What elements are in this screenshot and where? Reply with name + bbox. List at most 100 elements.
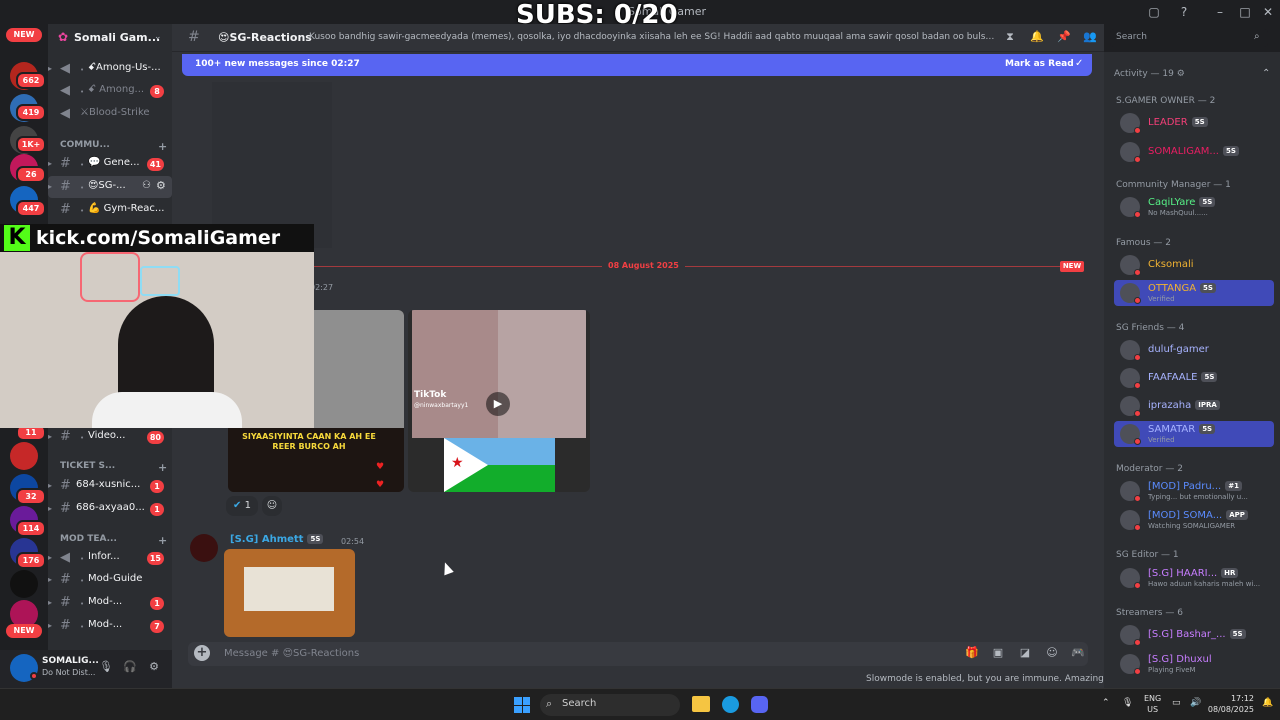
search-icon: ⌕ (546, 697, 553, 710)
category-ticket[interactable]: TICKET S... + (60, 461, 167, 474)
member-item[interactable]: OTTANGA 5S Verified (1114, 280, 1274, 306)
channel-label: Mod-Guide (88, 573, 143, 584)
pin-icon[interactable]: 📌 (1056, 30, 1072, 46)
member-item[interactable]: FAAFAALE 5S (1114, 365, 1274, 391)
gear-icon[interactable]: ⚙ (156, 179, 166, 192)
member-name: Cksomali (1148, 259, 1194, 270)
unread-badge: 1 (150, 597, 164, 610)
emoji-icon[interactable]: ☺ (1044, 646, 1060, 662)
server-icon[interactable] (10, 570, 38, 598)
search-icon: ⌕ (1254, 31, 1260, 42)
server-header[interactable]: ✿ Somali Gam... ⌄ (48, 24, 172, 52)
clock[interactable]: 17:12 08/08/2025 (1206, 693, 1254, 715)
invite-icon[interactable]: ⚇ (142, 180, 151, 191)
microphone-icon[interactable]: 🎙 (98, 660, 114, 676)
member-item[interactable]: iprazaha IPRA (1114, 393, 1274, 419)
network-icon[interactable]: ▭ (1172, 698, 1181, 708)
channel-item[interactable]: ▸ # • 💬 Gene... 41 (48, 153, 172, 175)
member-item[interactable]: [MOD] Padru... #1 Typing... but emotionall… (1114, 478, 1274, 504)
member-item[interactable]: [S.G] Dhuxul Playing FiveM (1114, 651, 1274, 677)
image-attachment[interactable] (224, 549, 355, 637)
search-input[interactable]: Search (1116, 32, 1147, 42)
add-channel-icon[interactable]: + (158, 534, 167, 547)
video-attachment[interactable]: TikTok @ninwaxbartayy1 ▶ ★ (408, 310, 590, 492)
file-explorer-icon[interactable] (692, 696, 710, 712)
category-community[interactable]: COMMU... + (60, 140, 167, 153)
channel-item[interactable]: ▸ # • Mod-... 7 (48, 615, 172, 637)
add-channel-icon[interactable]: + (158, 140, 167, 153)
member-item[interactable]: [MOD] SOMA... APP Watching SOMALIGAMER (1114, 507, 1274, 533)
member-item[interactable]: [S.G] Bashar_... 5S (1114, 622, 1274, 648)
notification-icon[interactable]: 🔔 (1262, 698, 1273, 708)
maximize-icon[interactable]: □ (1237, 4, 1253, 20)
channel-item[interactable]: # • 💪 Gym-Reac... (48, 199, 172, 221)
volume-icon[interactable]: 🔊 (1190, 698, 1201, 708)
channel-label: ꗃAmong-Us-... (88, 62, 161, 73)
help-icon[interactable]: ? (1176, 4, 1192, 20)
add-reaction-button[interactable]: ☺ (262, 496, 282, 516)
search-box[interactable]: Search ⌕ (1110, 29, 1268, 47)
channel-item[interactable]: ◀ ⚔Blood-Strike (48, 103, 172, 125)
avatar[interactable] (190, 534, 218, 562)
chevron-up-icon[interactable]: ⌃ (1262, 68, 1270, 79)
minimize-icon[interactable]: – (1212, 4, 1228, 20)
member-item[interactable]: SAMATAR 5S Verified (1114, 421, 1274, 447)
discord-taskbar-icon[interactable] (751, 696, 768, 713)
channel-item-active[interactable]: ▸ # • 😍SG-... ⚇ ⚙ (48, 176, 172, 198)
threads-icon[interactable]: ⧗ (1002, 30, 1018, 46)
gif-icon[interactable]: ▣ (990, 646, 1006, 662)
channel-item[interactable]: ▸ ◀ • ꗃAmong-Us-... (48, 58, 172, 80)
channel-item[interactable]: ▸ # 684-xusnic... 1 (48, 475, 172, 497)
tray-expand-icon[interactable]: ⌃ (1102, 698, 1110, 708)
add-channel-icon[interactable]: + (158, 461, 167, 474)
status-dot-icon (1134, 297, 1141, 304)
member-item[interactable]: duluf-gamer (1114, 337, 1274, 363)
close-icon[interactable]: ✕ (1260, 4, 1276, 20)
member-name-line: [MOD] SOMA... APP (1148, 510, 1248, 521)
edge-icon[interactable] (722, 696, 739, 713)
start-icon[interactable] (514, 697, 530, 713)
members-icon[interactable]: 👥 (1082, 30, 1098, 46)
activities-icon[interactable]: 🎮 (1070, 646, 1086, 662)
clock-date: 08/08/2025 (1207, 705, 1254, 714)
dot-icon: • (80, 434, 85, 442)
microphone-tray-icon[interactable]: 🎙 (1122, 698, 1133, 708)
channel-item[interactable]: ▸ # • Video... 80 (48, 426, 172, 448)
member-name: duluf-gamer (1148, 344, 1209, 355)
message-input[interactable]: Message # 😍SG-Reactions (224, 648, 359, 659)
server-icon[interactable] (10, 442, 38, 470)
headphones-icon[interactable]: 🎧 (122, 660, 138, 676)
inbox-icon[interactable]: ▢ (1146, 4, 1162, 20)
new-pill-top[interactable]: NEW (6, 28, 42, 42)
add-attachment-icon[interactable]: + (194, 645, 210, 661)
reaction-button[interactable]: ✔ 1 (226, 496, 258, 516)
member-item[interactable]: LEADER 5S (1114, 110, 1274, 136)
message-composer[interactable]: + Message # 😍SG-Reactions 🎁 ▣ ◪ ☺ 🎮 (188, 642, 1088, 666)
member-item[interactable]: Cksomali (1114, 252, 1274, 278)
sticker-icon[interactable]: ◪ (1017, 646, 1033, 662)
new-pill-bottom[interactable]: NEW (6, 624, 42, 638)
channel-item[interactable]: ▸ # 686-axyaa0... 1 (48, 498, 172, 520)
channel-item[interactable]: ▸ # • Mod-... 1 (48, 592, 172, 614)
dot-icon: • (80, 184, 85, 192)
channel-item[interactable]: ◀ • ꗃ Among... 8 (48, 80, 172, 102)
activity-header[interactable]: Activity — 19 ⚙ (1114, 69, 1185, 79)
status-dot-icon (1134, 211, 1141, 218)
member-item[interactable]: [S.G] HAARI... HR Hawo aduun kaharis maleh… (1114, 565, 1274, 591)
channel-item[interactable]: ▸ ◀ • Infor... 15 (48, 547, 172, 569)
member-item[interactable]: CaqiLYare 5S No MashQuul...... (1114, 194, 1274, 220)
new-messages-bar[interactable]: 100+ new messages since 02:27 Mark as Re… (182, 54, 1092, 76)
bell-icon[interactable]: 🔔 (1029, 30, 1045, 46)
play-icon[interactable]: ▶ (486, 392, 510, 416)
category-mod-team[interactable]: MOD TEA... + (60, 534, 167, 547)
gift-icon[interactable]: 🎁 (964, 646, 980, 662)
reaction-count: 1 (244, 500, 251, 511)
mark-as-read-button[interactable]: Mark as Read (1005, 59, 1074, 69)
member-item[interactable]: SOMALIGAM... 5S (1114, 139, 1274, 165)
message-author[interactable]: [S.G] Ahmett 5S (230, 534, 324, 545)
language-indicator[interactable]: ENG US (1144, 693, 1161, 715)
taskbar-search[interactable]: ⌕ Search (540, 694, 680, 716)
gear-icon[interactable]: ⚙ (146, 660, 162, 676)
channel-topic[interactable]: Kusoo bandhig sawir-gacmeedyada (memes),… (309, 32, 995, 42)
channel-item[interactable]: ▸ # • Mod-Guide (48, 569, 172, 591)
